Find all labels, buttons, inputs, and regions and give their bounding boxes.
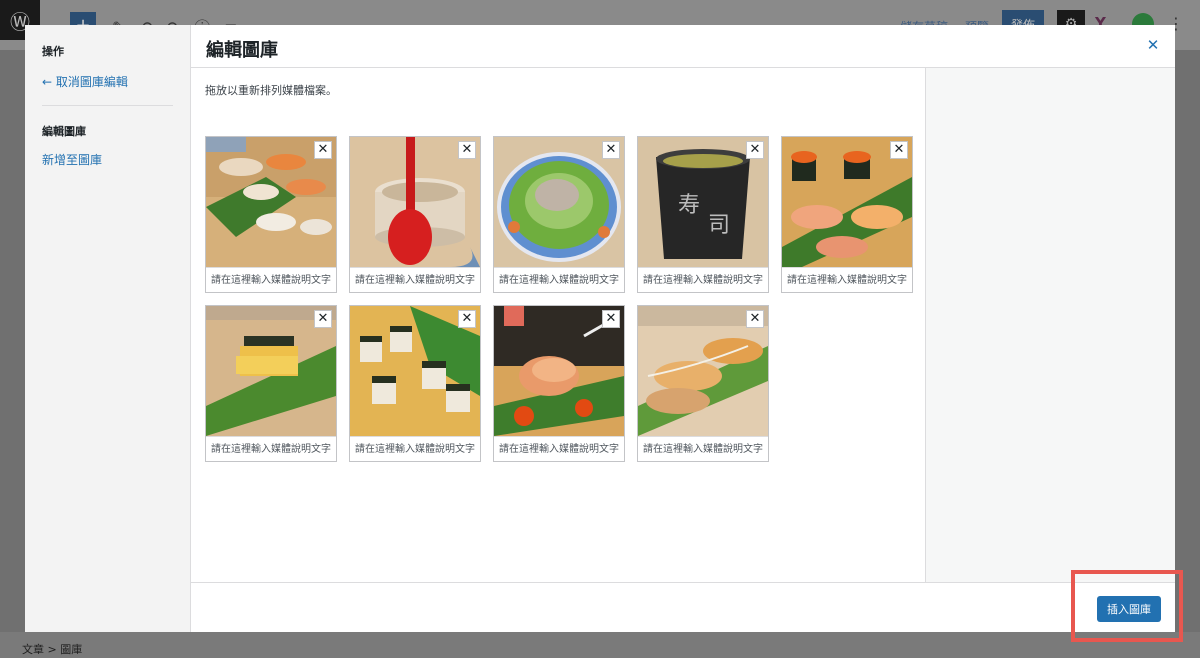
sidebar-divider bbox=[42, 105, 173, 106]
gallery-item[interactable]: 寿 司 ✕ bbox=[637, 136, 769, 293]
editor-right-area bbox=[1175, 50, 1200, 658]
reorder-instruction: 拖放以重新排列媒體檔案。 bbox=[205, 84, 337, 97]
gallery-item[interactable]: ✕ bbox=[205, 305, 337, 462]
gallery-item[interactable]: ✕ bbox=[781, 136, 913, 293]
remove-item-icon[interactable]: ✕ bbox=[314, 141, 332, 159]
modal-title: 編輯圖庫 bbox=[206, 40, 278, 61]
remove-item-icon[interactable]: ✕ bbox=[602, 310, 620, 328]
editor-left-area bbox=[0, 50, 25, 658]
gallery-item[interactable]: ✕ bbox=[349, 305, 481, 462]
remove-item-icon[interactable]: ✕ bbox=[602, 141, 620, 159]
gallery-item[interactable]: ✕ bbox=[205, 136, 337, 293]
remove-item-icon[interactable]: ✕ bbox=[458, 310, 476, 328]
gallery-item[interactable]: ✕ bbox=[637, 305, 769, 462]
add-to-gallery-link[interactable]: 新增至圖庫 bbox=[42, 151, 102, 168]
remove-item-icon[interactable]: ✕ bbox=[314, 310, 332, 328]
caption-input[interactable] bbox=[206, 267, 336, 292]
gallery-item[interactable]: ✕ bbox=[493, 305, 625, 462]
caption-input[interactable] bbox=[638, 267, 768, 292]
svg-text:寿: 寿 bbox=[678, 193, 700, 218]
breadcrumb[interactable]: 文章 > 圖庫 bbox=[22, 641, 82, 657]
close-icon[interactable]: ✕ bbox=[1145, 37, 1161, 53]
actions-heading: 操作 bbox=[42, 45, 64, 58]
gallery-item[interactable]: ✕ bbox=[349, 136, 481, 293]
caption-input[interactable] bbox=[350, 267, 480, 292]
editor-footer bbox=[0, 632, 1200, 658]
remove-item-icon[interactable]: ✕ bbox=[746, 141, 764, 159]
caption-input[interactable] bbox=[494, 267, 624, 292]
insert-gallery-button[interactable]: 插入圖庫 bbox=[1097, 596, 1161, 622]
remove-item-icon[interactable]: ✕ bbox=[458, 141, 476, 159]
caption-input[interactable] bbox=[350, 436, 480, 461]
modal-header: 編輯圖庫 ✕ bbox=[191, 25, 1175, 68]
caption-input[interactable] bbox=[206, 436, 336, 461]
modal-sidebar: 操作 ← 取消圖庫編輯 編輯圖庫 新增至圖庫 bbox=[25, 25, 191, 632]
remove-item-icon[interactable]: ✕ bbox=[746, 310, 764, 328]
cancel-gallery-edit-link[interactable]: ← 取消圖庫編輯 bbox=[42, 73, 128, 90]
caption-input[interactable] bbox=[638, 436, 768, 461]
caption-input[interactable] bbox=[782, 267, 912, 292]
modal-footer bbox=[191, 582, 1175, 632]
gallery-item[interactable]: ✕ bbox=[493, 136, 625, 293]
caption-input[interactable] bbox=[494, 436, 624, 461]
edit-gallery-menu-item[interactable]: 編輯圖庫 bbox=[42, 123, 86, 139]
attachment-details-pane bbox=[925, 68, 1175, 582]
gallery-content: 拖放以重新排列媒體檔案。 ✕ 請在這裡輸入媒體說明文字 ✕ 請在這裡輸入媒體說明… bbox=[191, 68, 925, 582]
remove-item-icon[interactable]: ✕ bbox=[890, 141, 908, 159]
svg-text:司: 司 bbox=[708, 213, 730, 238]
edit-gallery-modal: 操作 ← 取消圖庫編輯 編輯圖庫 新增至圖庫 編輯圖庫 ✕ 拖放以重新排列媒體檔… bbox=[25, 25, 1175, 632]
